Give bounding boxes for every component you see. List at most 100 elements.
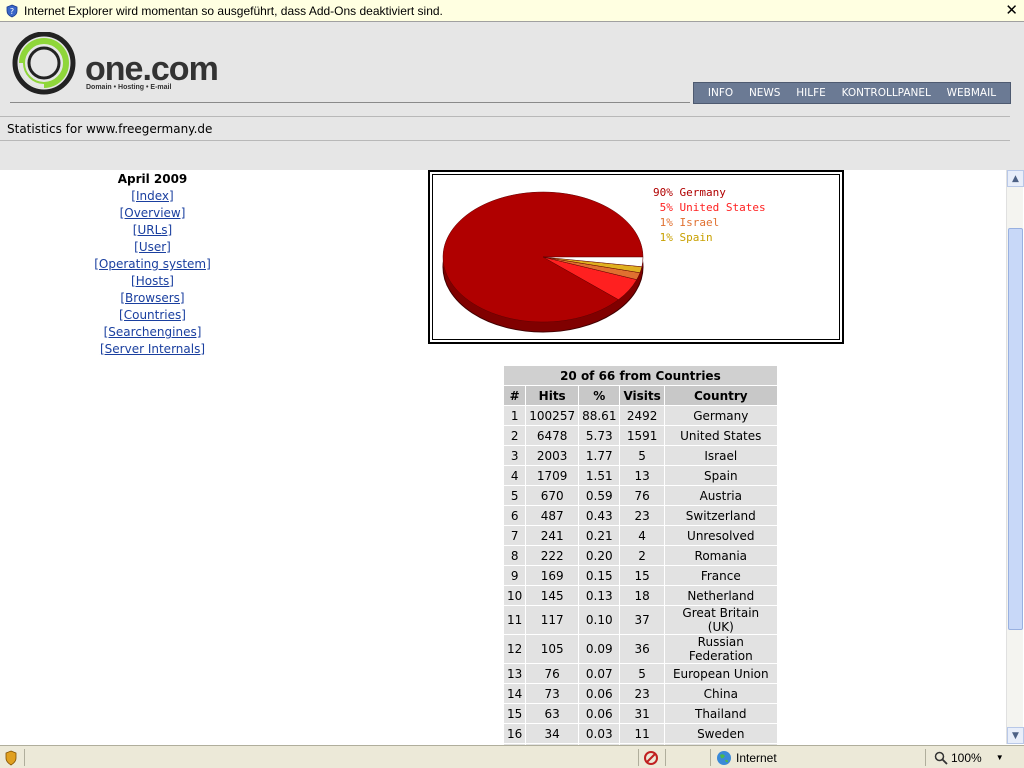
cell-rank: 3 (504, 446, 526, 465)
vertical-scrollbar[interactable]: ▲ ▼ (1006, 170, 1024, 744)
legend-item: 1% Spain (653, 231, 713, 244)
close-icon[interactable]: ✕ (1005, 1, 1018, 19)
cell-country: Israel (664, 446, 777, 465)
legend-item: 90% Germany (653, 186, 726, 199)
countries-pie-chart: 90% Germany 5% United States 1% Israel 1… (428, 170, 844, 344)
infobar-text: Internet Explorer wird momentan so ausge… (24, 3, 443, 18)
table-row: 3 2003 1.77 5 Israel (504, 446, 777, 465)
menu-link-hosts[interactable]: [Hosts] (80, 273, 225, 290)
countries-table: 20 of 66 from Countries # Hits % Visits … (503, 365, 778, 764)
cell-percent: 5.73 (579, 426, 620, 445)
cell-country: Unresolved (664, 526, 777, 545)
cell-visits: 4 (620, 526, 664, 545)
cell-hits: 169 (526, 566, 579, 585)
col-header-rank: # (504, 386, 526, 405)
table-caption: 20 of 66 from Countries (504, 366, 777, 385)
table-row: 7 241 0.21 4 Unresolved (504, 526, 777, 545)
cell-hits: 63 (526, 704, 579, 723)
scroll-down-icon[interactable]: ▼ (1007, 727, 1024, 744)
menu-link-urls[interactable]: [URLs] (80, 222, 225, 239)
logo[interactable]: one.com Domain • Hosting • E-mail (11, 32, 243, 96)
cell-percent: 0.06 (579, 704, 620, 723)
cell-percent: 0.20 (579, 546, 620, 565)
cell-country: China (664, 684, 777, 703)
svg-text:?: ? (10, 7, 14, 16)
cell-rank: 6 (504, 506, 526, 525)
legend-item: 5% United States (653, 201, 766, 214)
nav-news[interactable]: NEWS (749, 87, 781, 99)
cell-visits: 11 (620, 724, 664, 743)
table-row: 6 487 0.43 23 Switzerland (504, 506, 777, 525)
cell-visits: 37 (620, 606, 664, 634)
cell-percent: 1.51 (579, 466, 620, 485)
cell-hits: 145 (526, 586, 579, 605)
nav-info[interactable]: INFO (708, 87, 733, 99)
cell-visits: 23 (620, 684, 664, 703)
menu-link-operating-system[interactable]: [Operating system] (80, 256, 225, 273)
header-divider (10, 102, 690, 103)
globe-icon (717, 750, 731, 765)
nav-webmail[interactable]: WEBMAIL (947, 87, 996, 99)
chevron-down-icon[interactable]: ▼ (996, 753, 1004, 762)
cell-visits: 1591 (620, 426, 664, 445)
popup-blocked-icon[interactable] (643, 749, 659, 766)
menu-link-overview[interactable]: [Overview] (80, 205, 225, 222)
menu-link-searchengines[interactable]: [Searchengines] (80, 324, 225, 341)
cell-country: Romania (664, 546, 777, 565)
menu-link-server-internals[interactable]: [Server Internals] (80, 341, 225, 358)
zoom-control[interactable]: 100% ▼ (934, 749, 1004, 766)
table-row: 14 73 0.06 23 China (504, 684, 777, 703)
cell-percent: 0.13 (579, 586, 620, 605)
cell-rank: 7 (504, 526, 526, 545)
cell-rank: 9 (504, 566, 526, 585)
cell-rank: 11 (504, 606, 526, 634)
status-bar: Internet 100% ▼ (0, 745, 1024, 768)
cell-rank: 13 (504, 664, 526, 683)
nav-kontrollpanel[interactable]: KONTROLLPANEL (842, 87, 931, 99)
cell-hits: 241 (526, 526, 579, 545)
cell-percent: 0.09 (579, 635, 620, 663)
cell-percent: 88.61 (579, 406, 620, 425)
cell-rank: 14 (504, 684, 526, 703)
cell-hits: 2003 (526, 446, 579, 465)
cell-rank: 15 (504, 704, 526, 723)
logo-tagline: Domain • Hosting • E-mail (86, 84, 172, 91)
cell-country: Thailand (664, 704, 777, 723)
cell-hits: 487 (526, 506, 579, 525)
menu-link-index[interactable]: [Index] (80, 188, 225, 205)
cell-rank: 2 (504, 426, 526, 445)
cell-hits: 73 (526, 684, 579, 703)
cell-percent: 0.43 (579, 506, 620, 525)
cell-visits: 36 (620, 635, 664, 663)
cell-visits: 5 (620, 446, 664, 465)
divider (0, 116, 1010, 117)
infobar[interactable]: ? Internet Explorer wird momentan so aus… (0, 0, 1024, 22)
col-header-visits: Visits (620, 386, 664, 405)
cell-country: France (664, 566, 777, 585)
cell-percent: 0.07 (579, 664, 620, 683)
cell-rank: 4 (504, 466, 526, 485)
menu-month: April 2009 (117, 172, 188, 186)
zoom-level: 100% (951, 750, 982, 765)
scroll-up-icon[interactable]: ▲ (1007, 170, 1024, 187)
divider (0, 140, 1010, 141)
menu-link-browsers[interactable]: [Browsers] (80, 290, 225, 307)
stats-menu: April 2009 [Index] [Overview] [URLs] [Us… (80, 172, 225, 358)
warning-shield-icon[interactable] (4, 749, 18, 766)
cell-country: European Union (664, 664, 777, 683)
cell-percent: 0.21 (579, 526, 620, 545)
table-row: 9 169 0.15 15 France (504, 566, 777, 585)
menu-link-countries[interactable]: [Countries] (80, 307, 225, 324)
cell-country: Austria (664, 486, 777, 505)
nav-hilfe[interactable]: HILFE (796, 87, 826, 99)
scroll-thumb[interactable] (1008, 228, 1023, 630)
cell-percent: 0.15 (579, 566, 620, 585)
cell-percent: 1.77 (579, 446, 620, 465)
menu-link-user[interactable]: [User] (80, 239, 225, 256)
logo-rings-icon (12, 32, 76, 95)
cell-country: Netherland (664, 586, 777, 605)
cell-country: Switzerland (664, 506, 777, 525)
cell-rank: 8 (504, 546, 526, 565)
cell-country: United States (664, 426, 777, 445)
internet-zone[interactable]: Internet (716, 749, 777, 766)
